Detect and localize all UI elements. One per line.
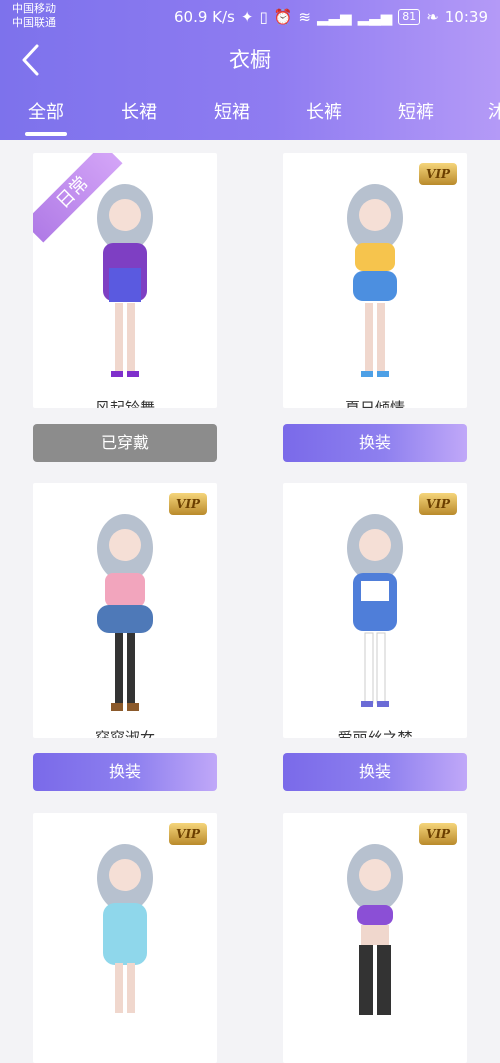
outfit-name: 夏日倾情	[344, 399, 405, 408]
outfit-figure-image	[97, 184, 153, 377]
outfit-figure-image	[97, 514, 153, 711]
outfit-name: 窈窕淑女	[94, 729, 155, 738]
outfit-card-2[interactable]: VIP 夏日倾情	[283, 153, 467, 408]
outfit-card-6[interactable]: VIP	[283, 813, 467, 1063]
outfit-card-5[interactable]: VIP	[33, 813, 217, 1063]
clock-time: 10:39	[444, 8, 488, 26]
tab-long-dress[interactable]: 长裙	[121, 98, 157, 124]
signal-icon-1: ▂▃▅	[316, 8, 352, 26]
signal-icon-2: ▂▃▅	[357, 8, 393, 26]
outfit-figure-image	[347, 844, 403, 1015]
tab-long-pants[interactable]: 长裤	[306, 98, 342, 124]
change-outfit-button[interactable]: 换装	[283, 753, 467, 791]
status-right: 60.9 K/s ✦ ▯ ⏰ ≋ ▂▃▅ ▂▃▅ 81 ❧ 10:39	[174, 6, 488, 28]
tab-all[interactable]: 全部	[25, 98, 67, 136]
tab-shorts[interactable]: 短裤	[398, 98, 434, 124]
change-outfit-button[interactable]: 换装	[283, 424, 467, 462]
tab-swimwear[interactable]: 沐	[488, 98, 500, 124]
app-header: 中国移动 中国联通 60.9 K/s ✦ ▯ ⏰ ≋ ▂▃▅ ▂▃▅ 81 ❧ …	[0, 0, 500, 140]
status-bar: 中国移动 中国联通 60.9 K/s ✦ ▯ ⏰ ≋ ▂▃▅ ▂▃▅ 81 ❧ …	[0, 0, 500, 34]
wifi-icon: ≋	[298, 8, 311, 26]
outfit-card-1[interactable]: 日常 风起铃舞	[33, 153, 217, 408]
outfit-figure-image	[347, 184, 403, 377]
outfit-name: 爱丽丝之梦	[337, 729, 413, 738]
worn-button[interactable]: 已穿戴	[33, 424, 217, 462]
outfit-card-3[interactable]: VIP 窈窕淑女	[33, 483, 217, 738]
leaf-icon: ❧	[426, 8, 439, 26]
network-speed: 60.9 K/s	[173, 8, 235, 26]
bluetooth-icon: ✦	[240, 8, 254, 26]
battery-indicator: 81	[398, 9, 421, 25]
carrier-2: 中国联通	[12, 16, 56, 29]
alarm-icon: ⏰	[273, 8, 293, 26]
outfit-figure-image	[97, 844, 153, 1013]
outfit-figure-image	[347, 514, 403, 707]
carrier-1: 中国移动	[12, 2, 56, 15]
carrier-info: 中国移动 中国联通	[12, 2, 56, 30]
title-bar: 衣橱	[0, 34, 500, 86]
page-title: 衣橱	[229, 48, 271, 72]
outfit-name: 风起铃舞	[94, 399, 155, 408]
tab-short-dress[interactable]: 短裙	[214, 98, 250, 124]
outfit-card-4[interactable]: VIP 爱丽丝之梦	[283, 483, 467, 738]
change-outfit-button[interactable]: 换装	[33, 753, 217, 791]
category-tabs: 全部 长裙 短裙 长裤 短裤 沐	[0, 90, 500, 136]
vibrate-icon: ▯	[259, 8, 268, 26]
